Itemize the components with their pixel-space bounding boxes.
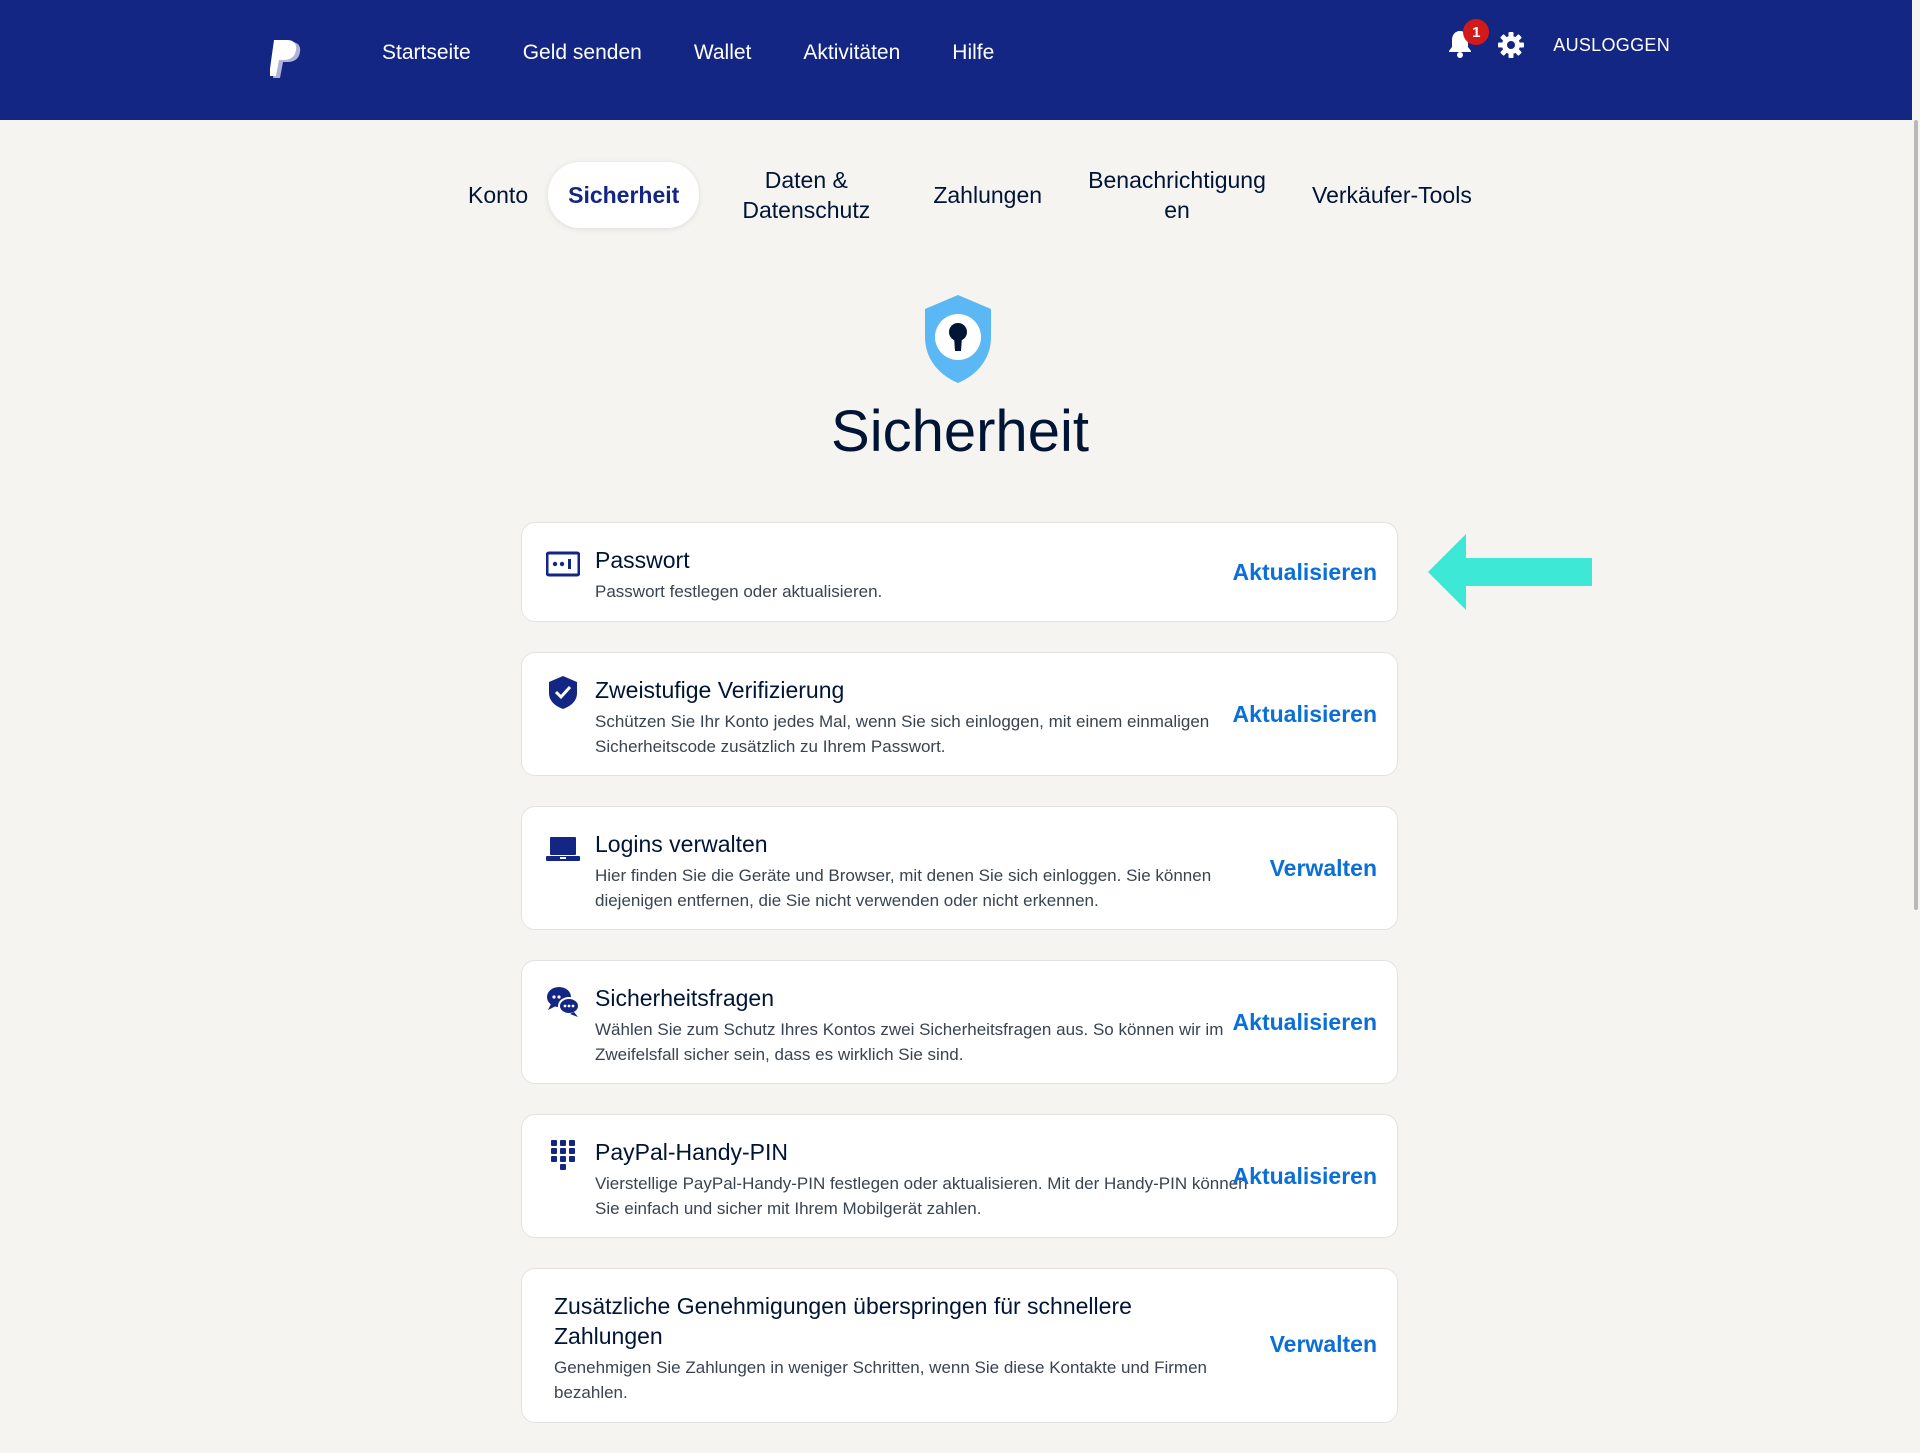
card-description: Passwort festlegen oder aktualisieren. — [595, 582, 883, 601]
settings-tabs: Konto Sicherheit Daten & Datenschutz Zah… — [448, 162, 1492, 228]
update-security-questions-link[interactable]: Aktualisieren — [1233, 1009, 1377, 1036]
card-paypal-handy-pin: PayPal-Handy-PIN Vierstellige PayPal-Han… — [521, 1114, 1398, 1238]
card-zweistufige-verifizierung: Zweistufige Verifizierung Schützen Sie I… — [521, 652, 1398, 776]
card-description: Genehmigen Sie Zahlungen in weniger Schr… — [554, 1358, 1207, 1402]
tab-benachrichtigungen[interactable]: Benachrichtigungen — [1062, 165, 1292, 225]
card-title: PayPal-Handy-PIN — [595, 1139, 789, 1165]
nav-geld-senden[interactable]: Geld senden — [523, 41, 642, 65]
logout-button[interactable]: AUSLOGGEN — [1553, 35, 1670, 56]
top-navigation-bar: Startseite Geld senden Wallet Aktivitäte… — [0, 0, 1920, 120]
laptop-icon — [546, 837, 580, 861]
nav-startseite[interactable]: Startseite — [382, 41, 471, 65]
nav-aktivitaeten[interactable]: Aktivitäten — [803, 41, 900, 65]
keypad-icon — [551, 1140, 575, 1170]
paypal-logo-icon[interactable] — [270, 40, 306, 82]
tab-konto[interactable]: Konto — [448, 180, 548, 210]
card-passwort: Passwort Passwort festlegen oder aktuali… — [521, 522, 1398, 622]
card-title: Passwort — [595, 547, 690, 573]
update-handy-pin-link[interactable]: Aktualisieren — [1233, 1163, 1377, 1190]
tab-sicherheit[interactable]: Sicherheit — [548, 162, 700, 228]
shield-check-icon — [549, 676, 577, 709]
card-description: Schützen Sie Ihr Konto jedes Mal, wenn S… — [595, 712, 1210, 756]
tab-verkaeufer-tools[interactable]: Verkäufer-Tools — [1292, 180, 1492, 210]
card-logins-verwalten: Logins verwalten Hier finden Sie die Ger… — [521, 806, 1398, 930]
password-icon — [546, 551, 580, 577]
gear-icon[interactable] — [1497, 31, 1525, 59]
nav-wallet[interactable]: Wallet — [694, 41, 752, 65]
notification-badge: 1 — [1463, 19, 1490, 45]
pointer-arrow-icon — [1428, 534, 1592, 610]
card-description: Wählen Sie zum Schutz Ihres Kontos zwei … — [595, 1020, 1224, 1064]
security-settings-list: Passwort Passwort festlegen oder aktuali… — [521, 522, 1398, 1453]
tab-zahlungen[interactable]: Zahlungen — [913, 180, 1062, 210]
card-title: Zusätzliche Genehmigungen überspringen f… — [554, 1293, 1132, 1349]
notifications-button[interactable]: 1 — [1447, 19, 1490, 61]
page-title: Sicherheit — [831, 399, 1089, 464]
update-password-link[interactable]: Aktualisieren — [1233, 559, 1377, 586]
card-description: Vierstellige PayPal-Handy-PIN festlegen … — [595, 1174, 1248, 1218]
card-sicherheitsfragen: Sicherheitsfragen Wählen Sie zum Schutz … — [521, 960, 1398, 1084]
nav-hilfe[interactable]: Hilfe — [952, 41, 994, 65]
card-title: Zweistufige Verifizierung — [595, 677, 845, 703]
manage-approvals-link[interactable]: Verwalten — [1270, 1331, 1377, 1358]
card-zusaetzliche-genehmigungen: Zusätzliche Genehmigungen überspringen f… — [521, 1268, 1398, 1423]
chat-bubbles-icon — [547, 987, 580, 1017]
card-title: Logins verwalten — [595, 831, 768, 857]
header-actions: 1 AUSLOGGEN — [1447, 0, 1670, 90]
tab-daten-datenschutz[interactable]: Daten & Datenschutz — [711, 165, 901, 225]
manage-logins-link[interactable]: Verwalten — [1270, 855, 1377, 882]
card-title: Sicherheitsfragen — [595, 985, 774, 1011]
card-description: Hier finden Sie die Geräte und Browser, … — [595, 866, 1212, 910]
update-two-step-link[interactable]: Aktualisieren — [1233, 701, 1377, 728]
scrollbar-thumb[interactable] — [1914, 120, 1918, 910]
shield-keyhole-icon — [925, 295, 991, 383]
main-nav: Startseite Geld senden Wallet Aktivitäte… — [382, 0, 1046, 106]
